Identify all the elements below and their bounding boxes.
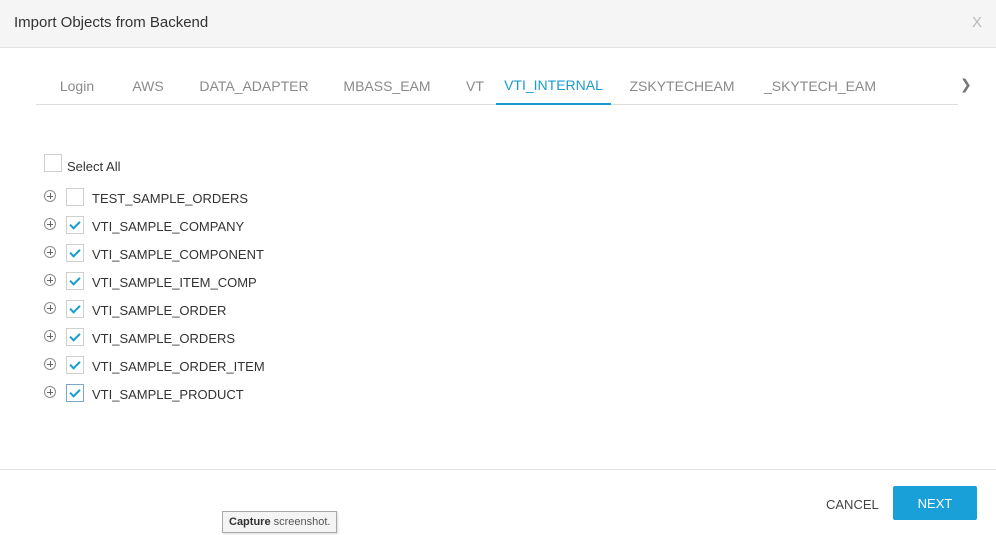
check-icon [69, 302, 81, 314]
object-name: VTI_SAMPLE_COMPANY [92, 219, 245, 234]
cancel-button[interactable]: CANCEL [826, 497, 879, 512]
expand-plus-icon[interactable] [44, 246, 56, 258]
tab-vt[interactable]: VT [458, 68, 492, 105]
object-row: VTI_SAMPLE_ORDER_ITEM [44, 355, 444, 375]
object-row: VTI_SAMPLE_ORDERS [44, 327, 444, 347]
check-icon [69, 386, 81, 398]
tab-data-adapter[interactable]: DATA_ADAPTER [192, 68, 316, 105]
object-row: VTI_SAMPLE_PRODUCT [44, 383, 444, 403]
object-checkbox[interactable] [66, 356, 84, 374]
expand-plus-icon[interactable] [44, 218, 56, 230]
object-name: VTI_SAMPLE_ORDER [92, 303, 227, 318]
tooltip: Capture screenshot. [222, 511, 338, 533]
tab-mbass-eam[interactable]: MBASS_EAM [332, 68, 442, 105]
check-icon [69, 246, 81, 258]
tooltip-bold: Capture [229, 516, 271, 528]
object-name: TEST_SAMPLE_ORDERS [92, 191, 249, 206]
expand-plus-icon[interactable] [44, 190, 56, 202]
object-name: VTI_SAMPLE_PRODUCT [92, 387, 244, 402]
object-checkbox[interactable] [66, 188, 84, 206]
object-row: VTI_SAMPLE_COMPONENT [44, 243, 444, 263]
expand-plus-icon[interactable] [44, 386, 56, 398]
object-row: VTI_SAMPLE_COMPANY [44, 215, 444, 235]
tab-vti-internal[interactable]: VTI_INTERNAL [496, 68, 611, 105]
expand-plus-icon[interactable] [44, 274, 56, 286]
object-checkbox[interactable] [66, 328, 84, 346]
expand-plus-icon[interactable] [44, 330, 56, 342]
dialog-footer: CANCEL NEXT [0, 469, 996, 535]
check-icon [69, 218, 81, 230]
object-name: VTI_SAMPLE_ORDERS [92, 331, 236, 346]
object-checkbox[interactable] [66, 300, 84, 318]
object-row: VTI_SAMPLE_ITEM_COMP [44, 271, 444, 291]
object-name: VTI_SAMPLE_ITEM_COMP [92, 275, 257, 290]
check-icon [69, 274, 81, 286]
expand-plus-icon[interactable] [44, 302, 56, 314]
dialog-title: Import Objects from Backend [14, 14, 209, 31]
tab-aws[interactable]: AWS [124, 68, 172, 105]
object-checkbox[interactable] [66, 244, 84, 262]
object-checkbox[interactable] [66, 384, 84, 402]
tab-zskytecheam[interactable]: ZSKYTECHEAM [626, 68, 738, 105]
close-icon[interactable]: X [972, 14, 982, 31]
tooltip-text: screenshot. [270, 516, 331, 528]
object-checkbox[interactable] [66, 216, 84, 234]
next-button[interactable]: NEXT [893, 486, 977, 520]
object-name: VTI_SAMPLE_COMPONENT [92, 247, 264, 262]
tab-skytech-eam[interactable]: _SKYTECH_EAM [760, 68, 880, 105]
tab-login[interactable]: Login [46, 68, 108, 105]
backend-tabs: Login AWS DATA_ADAPTER MBASS_EAM VT VTI_… [36, 68, 958, 105]
select-all-checkbox[interactable] [44, 154, 62, 172]
check-icon [69, 330, 81, 342]
dialog-header: Import Objects from Backend X [0, 0, 996, 48]
object-name: VTI_SAMPLE_ORDER_ITEM [92, 359, 265, 374]
object-checkbox[interactable] [66, 272, 84, 290]
select-all-label: Select All [67, 159, 121, 174]
object-row: TEST_SAMPLE_ORDERS [44, 187, 444, 207]
expand-plus-icon[interactable] [44, 358, 56, 370]
object-row: VTI_SAMPLE_ORDER [44, 299, 444, 319]
check-icon [69, 358, 81, 370]
chevron-right-icon[interactable]: ❯ [960, 76, 972, 93]
